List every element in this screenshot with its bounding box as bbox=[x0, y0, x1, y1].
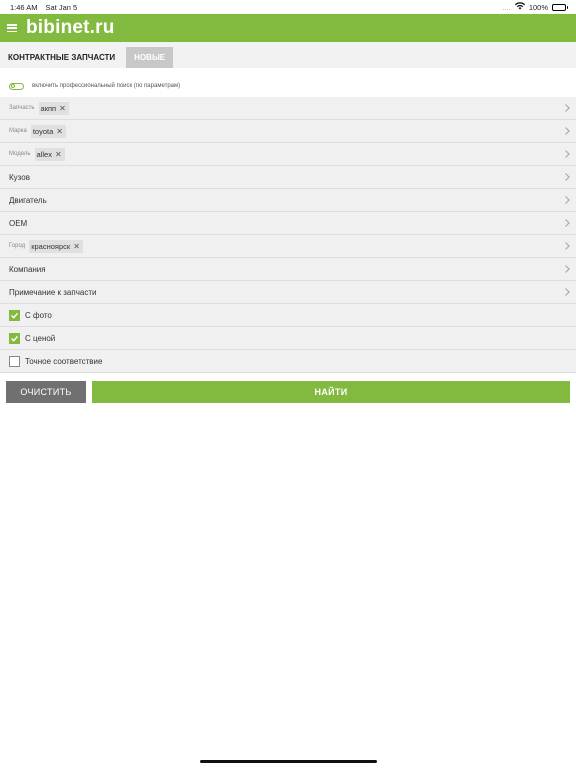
filter-engine[interactable]: Двигатель bbox=[0, 189, 576, 212]
clear-button[interactable]: ОЧИСТИТЬ bbox=[6, 381, 86, 403]
filter-company-label: Компания bbox=[9, 264, 46, 274]
remove-city-icon[interactable]: ✕ bbox=[73, 242, 80, 251]
chevron-right-icon bbox=[565, 196, 570, 204]
filter-city-chip: красноярск ✕ bbox=[29, 239, 83, 253]
checkbox-photo-label: С фото bbox=[25, 310, 52, 320]
pro-search-toggle-row: включить профессиональный поиск (по пара… bbox=[0, 78, 576, 94]
filter-engine-label: Двигатель bbox=[9, 195, 47, 205]
chevron-right-icon bbox=[565, 104, 570, 112]
app-header: bibinet.ru bbox=[0, 14, 576, 42]
filter-company[interactable]: Компания bbox=[0, 258, 576, 281]
filter-note[interactable]: Примечание к запчасти bbox=[0, 281, 576, 304]
menu-icon[interactable] bbox=[7, 24, 17, 32]
filter-model-value: allex bbox=[36, 149, 52, 159]
status-bar: 1:46 AM Sat Jan 5 .... 100% bbox=[0, 0, 576, 14]
filter-city-label: Город bbox=[9, 243, 26, 249]
filter-body[interactable]: Кузов bbox=[0, 166, 576, 189]
remove-model-icon[interactable]: ✕ bbox=[55, 150, 62, 159]
status-time: 1:46 AM bbox=[10, 2, 38, 12]
checkbox-exact[interactable] bbox=[9, 355, 20, 367]
filter-part-label: Запчасть bbox=[9, 105, 35, 111]
chevron-right-icon bbox=[565, 219, 570, 227]
filter-city-value: красноярск bbox=[31, 241, 71, 251]
status-date: Sat Jan 5 bbox=[45, 2, 78, 12]
checkbox-photo[interactable] bbox=[9, 309, 20, 321]
pro-search-label: включить профессиональный поиск (по пара… bbox=[32, 83, 181, 89]
checkbox-exact-label: Точное соответствие bbox=[25, 356, 103, 366]
filter-body-label: Кузов bbox=[9, 172, 30, 182]
filter-part-value: акпп bbox=[40, 103, 57, 113]
chevron-right-icon bbox=[565, 242, 570, 250]
chevron-right-icon bbox=[565, 173, 570, 181]
filter-brand[interactable]: Марка toyota ✕ bbox=[0, 120, 576, 143]
filter-oem-label: OEM bbox=[9, 218, 28, 228]
chevron-right-icon bbox=[565, 288, 570, 296]
filter-city[interactable]: Город красноярск ✕ bbox=[0, 235, 576, 258]
checkbox-row-exact[interactable]: Точное соответствие bbox=[0, 350, 576, 373]
checkmark-icon bbox=[11, 312, 19, 319]
battery-percent: 100% bbox=[528, 2, 548, 12]
filter-model-chip: allex ✕ bbox=[34, 147, 65, 161]
battery-icon bbox=[552, 3, 568, 11]
tab-new-parts[interactable]: НОВЫЕ bbox=[126, 47, 174, 68]
filter-brand-value: toyota bbox=[32, 126, 54, 136]
action-buttons: ОЧИСТИТЬ НАЙТИ bbox=[6, 381, 570, 403]
pro-search-switch[interactable] bbox=[9, 82, 24, 90]
checkbox-price-label: С ценой bbox=[25, 333, 56, 343]
tab-contract-parts[interactable]: КОНТРАКТНЫЕ ЗАПЧАСТИ bbox=[0, 47, 124, 68]
tab-divider bbox=[0, 68, 576, 73]
filter-list: Запчасть акпп ✕ Марка toyota ✕ Модель alle… bbox=[0, 97, 576, 373]
filter-note-label: Примечание к запчасти bbox=[9, 287, 97, 297]
chevron-right-icon bbox=[565, 127, 570, 135]
remove-brand-icon[interactable]: ✕ bbox=[56, 127, 63, 136]
signal-dots: .... bbox=[502, 2, 511, 12]
brand-logo[interactable]: bibinet.ru bbox=[26, 17, 115, 39]
checkmark-icon bbox=[11, 335, 19, 342]
filter-brand-label: Марка bbox=[9, 128, 27, 134]
filter-model-label: Модель bbox=[9, 151, 31, 157]
filter-brand-chip: toyota ✕ bbox=[30, 124, 66, 138]
remove-part-icon[interactable]: ✕ bbox=[59, 104, 66, 113]
chevron-right-icon bbox=[565, 150, 570, 158]
home-indicator[interactable] bbox=[200, 760, 377, 763]
checkbox-row-price[interactable]: С ценой bbox=[0, 327, 576, 350]
checkbox-row-photo[interactable]: С фото bbox=[0, 304, 576, 327]
chevron-right-icon bbox=[565, 265, 570, 273]
filter-oem[interactable]: OEM bbox=[0, 212, 576, 235]
checkbox-price[interactable] bbox=[9, 332, 20, 344]
filter-model[interactable]: Модель allex ✕ bbox=[0, 143, 576, 166]
find-button[interactable]: НАЙТИ bbox=[92, 381, 570, 403]
filter-part-chip: акпп ✕ bbox=[38, 101, 69, 115]
filter-part[interactable]: Запчасть акпп ✕ bbox=[0, 97, 576, 120]
wifi-icon bbox=[514, 2, 525, 12]
